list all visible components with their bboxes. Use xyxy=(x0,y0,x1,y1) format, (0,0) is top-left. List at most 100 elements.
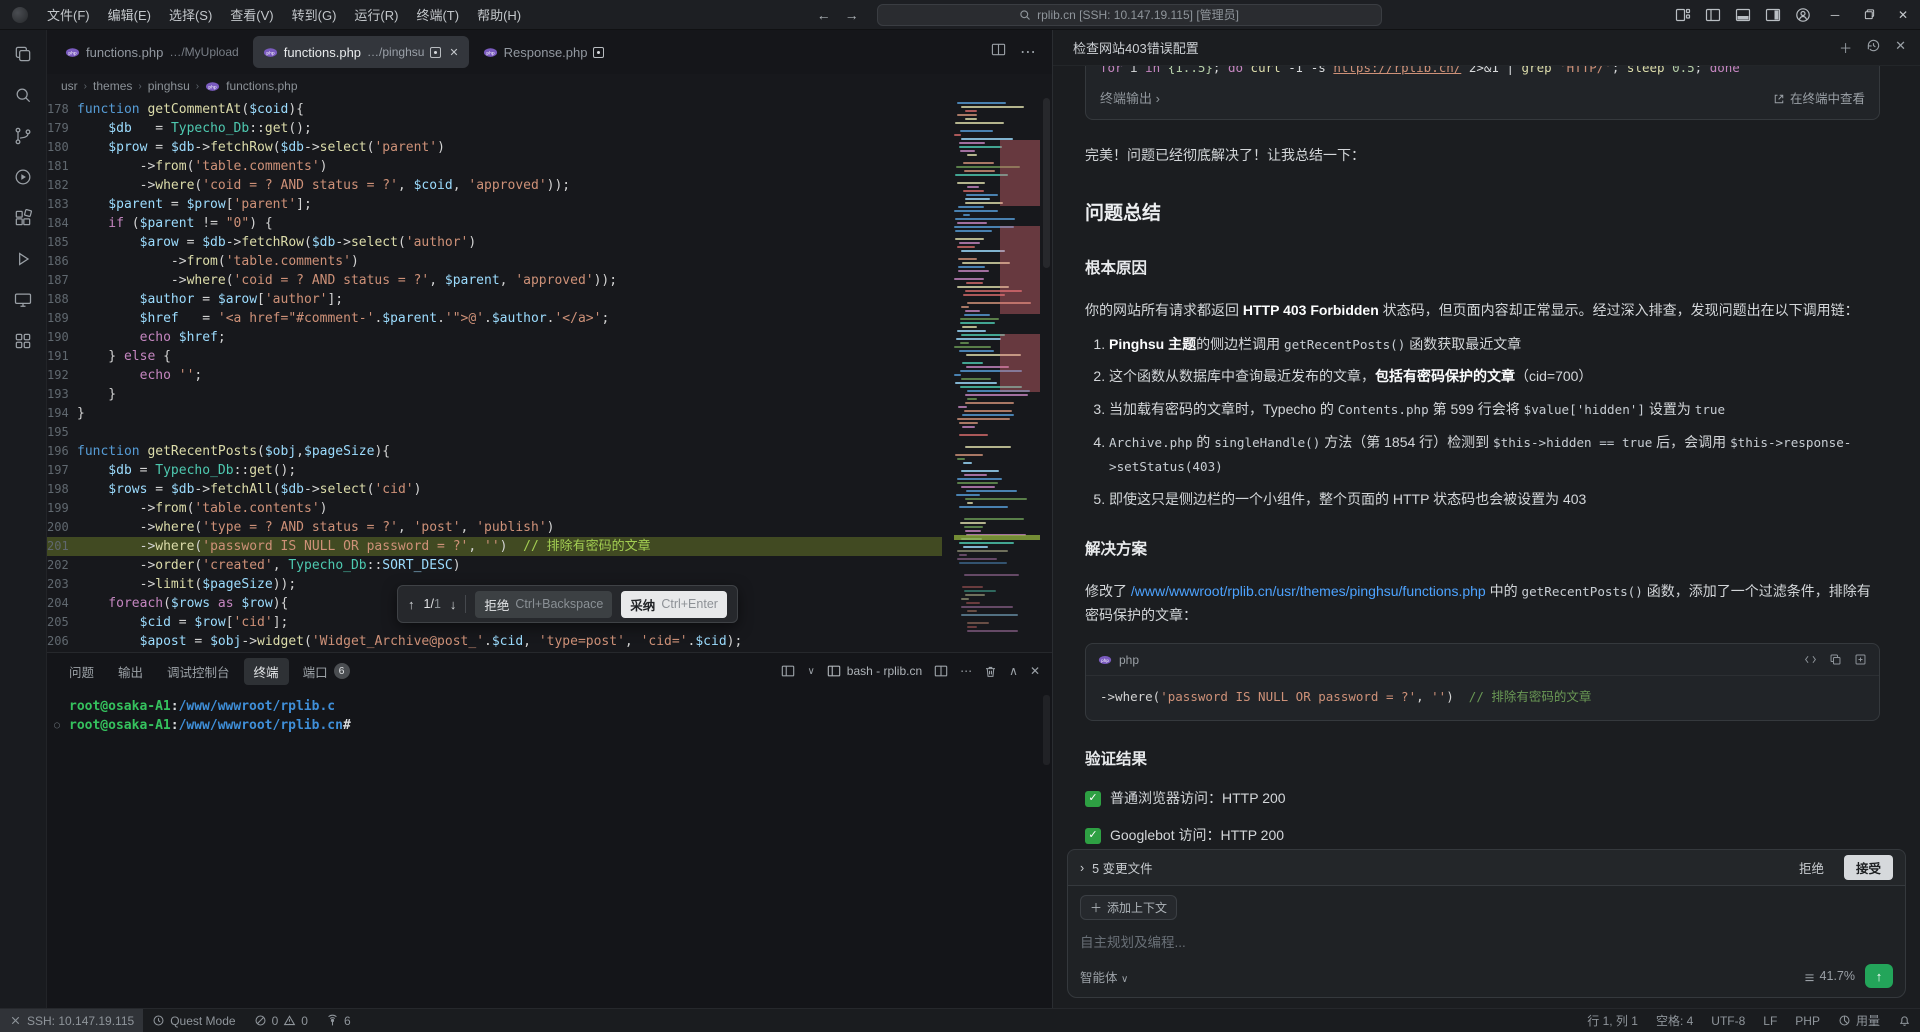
plus-icon: ＋ xyxy=(1090,899,1102,916)
minimap-line xyxy=(959,554,967,556)
status-item[interactable]: UTF-8 xyxy=(1702,1009,1754,1032)
status-item[interactable]: 行 1, 列 1 xyxy=(1578,1009,1647,1032)
status-item[interactable]: 空格: 4 xyxy=(1647,1009,1702,1032)
view-in-terminal-link[interactable]: 在终端中查看 xyxy=(1773,89,1865,110)
panel-tab-端口[interactable]: 端口6 xyxy=(293,658,360,685)
notifications-bell-icon[interactable] xyxy=(1889,1009,1920,1032)
ports-indicator[interactable]: 6 xyxy=(317,1009,360,1032)
editor-tab[interactable]: phpResponse.php xyxy=(473,36,615,68)
terminal-more-actions-icon[interactable]: ⋯ xyxy=(960,664,972,678)
editor-tab[interactable]: phpfunctions.php…/MyUpload xyxy=(55,36,249,68)
app-logo-icon[interactable] xyxy=(12,7,28,23)
close-window-button[interactable]: ✕ xyxy=(1886,0,1920,30)
next-change-icon[interactable]: ↓ xyxy=(450,597,457,612)
menu-item[interactable]: 编辑(E) xyxy=(99,2,160,27)
minimap-line xyxy=(957,246,975,248)
close-panel-icon[interactable]: ✕ xyxy=(1030,664,1040,678)
breadcrumb-item[interactable]: pinghsu xyxy=(148,79,190,93)
add-context-button[interactable]: ＋ 添加上下文 xyxy=(1080,895,1177,920)
menu-item[interactable]: 选择(S) xyxy=(160,2,221,27)
maximize-panel-icon[interactable]: ∧ xyxy=(1009,664,1018,678)
close-chat-icon[interactable]: ✕ xyxy=(1895,38,1906,57)
panel-tab-输出[interactable]: 输出 xyxy=(108,658,153,685)
new-chat-icon[interactable]: ＋ xyxy=(1839,38,1852,57)
toggle-panel-icon[interactable] xyxy=(1728,0,1758,30)
quest-mode-indicator[interactable]: Quest Mode xyxy=(143,1009,244,1032)
terminal-profile-chevron-icon[interactable]: ∨ xyxy=(807,666,814,677)
split-editor-icon[interactable] xyxy=(991,42,1006,62)
menu-item[interactable]: 转到(G) xyxy=(283,2,346,27)
forward-icon[interactable]: → xyxy=(845,7,859,23)
menu-item[interactable]: 帮助(H) xyxy=(468,2,530,27)
panel-tab-调试控制台[interactable]: 调试控制台 xyxy=(157,658,240,685)
expand-code-icon[interactable] xyxy=(1854,653,1867,666)
reject-change-button[interactable]: 拒绝Ctrl+Backspace xyxy=(475,591,612,618)
panel-tab-问题[interactable]: 问题 xyxy=(59,658,104,685)
account-icon[interactable] xyxy=(1788,0,1818,30)
usage-indicator[interactable]: 用量 xyxy=(1829,1009,1889,1032)
agent-mode-selector[interactable]: 智能体 ∨ xyxy=(1080,967,1128,986)
accept-change-button[interactable]: 采纳Ctrl+Enter xyxy=(621,591,727,618)
remote-indicator[interactable]: SSH: 10.147.19.115 xyxy=(0,1009,143,1032)
prev-change-icon[interactable]: ↑ xyxy=(408,597,415,612)
customize-layout-icon[interactable] xyxy=(1668,0,1698,30)
breadcrumb[interactable]: usr›themes›pinghsu›phpfunctions.php xyxy=(47,74,1052,98)
panel-tab-终端[interactable]: 终端 xyxy=(244,658,289,685)
maximize-button[interactable] xyxy=(1852,0,1886,30)
reject-all-button[interactable]: 拒绝 xyxy=(1789,855,1834,880)
changed-files-label[interactable]: 5 变更文件 xyxy=(1092,858,1152,877)
terminal-output[interactable]: root@osaka-A1:/www/wwwroot/rplib.c○root@… xyxy=(47,689,1052,1008)
kill-terminal-icon[interactable] xyxy=(984,665,997,678)
back-icon[interactable]: ← xyxy=(817,7,831,23)
ports-count-badge: 6 xyxy=(334,663,350,679)
test-runner-icon[interactable] xyxy=(11,247,35,271)
run-debug-icon[interactable] xyxy=(11,165,35,189)
code-editor[interactable]: 178function getCommentAt($coid){179 $db … xyxy=(47,98,1052,652)
expand-changes-icon[interactable]: › xyxy=(1080,861,1084,875)
insert-code-icon[interactable] xyxy=(1804,653,1817,666)
terminal-output-toggle[interactable]: 终端输出 › xyxy=(1100,88,1160,110)
chat-history-icon[interactable] xyxy=(1866,38,1881,57)
send-button[interactable]: ↑ xyxy=(1865,964,1893,988)
menu-item[interactable]: 查看(V) xyxy=(221,2,282,27)
editor-scrollbar[interactable] xyxy=(1041,98,1052,652)
problems-indicator[interactable]: 0 0 xyxy=(245,1009,317,1032)
extensions-icon[interactable] xyxy=(11,206,35,230)
line-number: 187 xyxy=(47,271,77,290)
cause-list-item: 这个函数从数据库中查询最近发布的文章，包括有密码保护的文章（cid=700） xyxy=(1109,365,1880,389)
menu-item[interactable]: 运行(R) xyxy=(345,2,407,27)
minimap-line xyxy=(961,606,1013,608)
breadcrumb-item[interactable]: functions.php xyxy=(226,79,297,93)
toggle-primary-sidebar-icon[interactable] xyxy=(1698,0,1728,30)
menu-item[interactable]: 终端(T) xyxy=(407,2,468,27)
breadcrumb-item[interactable]: usr xyxy=(61,79,78,93)
chat-input[interactable]: 自主规划及编程... xyxy=(1080,931,1893,951)
new-terminal-icon[interactable] xyxy=(781,664,795,678)
explorer-icon[interactable] xyxy=(11,42,35,66)
status-item[interactable]: PHP xyxy=(1786,1009,1829,1032)
apps-grid-icon[interactable] xyxy=(11,329,35,353)
copy-code-icon[interactable] xyxy=(1829,653,1842,666)
toggle-secondary-sidebar-icon[interactable] xyxy=(1758,0,1788,30)
command-decoration-icon[interactable]: ○ xyxy=(54,716,60,735)
search-sidebar-icon[interactable] xyxy=(11,83,35,107)
breadcrumb-item[interactable]: themes xyxy=(93,79,132,93)
close-tab-icon[interactable]: ✕ xyxy=(449,46,458,59)
line-number: 190 xyxy=(47,328,77,347)
command-center-search[interactable]: rplib.cn [SSH: 10.147.19.115] [管理员] xyxy=(877,4,1382,26)
svg-text:php: php xyxy=(266,50,275,56)
source-control-icon[interactable] xyxy=(11,124,35,148)
editor-more-actions-icon[interactable]: ⋯ xyxy=(1020,42,1036,62)
editor-tab[interactable]: phpfunctions.php…/pinghsu✕ xyxy=(253,36,469,68)
terminal-session-item[interactable]: bash - rplib.cn xyxy=(827,664,922,678)
split-terminal-icon[interactable] xyxy=(934,664,948,678)
menu-item[interactable]: 文件(F) xyxy=(38,2,99,27)
terminal-scrollbar[interactable] xyxy=(1043,695,1050,765)
status-item[interactable]: LF xyxy=(1754,1009,1786,1032)
menu-bar: 文件(F)编辑(E)选择(S)查看(V)转到(G)运行(R)终端(T)帮助(H) xyxy=(38,2,530,27)
minimap[interactable] xyxy=(954,98,1040,652)
minimize-button[interactable]: ─ xyxy=(1818,0,1852,30)
minimap-line xyxy=(954,582,1040,584)
remote-explorer-icon[interactable] xyxy=(11,288,35,312)
accept-all-button[interactable]: 接受 xyxy=(1844,855,1893,880)
